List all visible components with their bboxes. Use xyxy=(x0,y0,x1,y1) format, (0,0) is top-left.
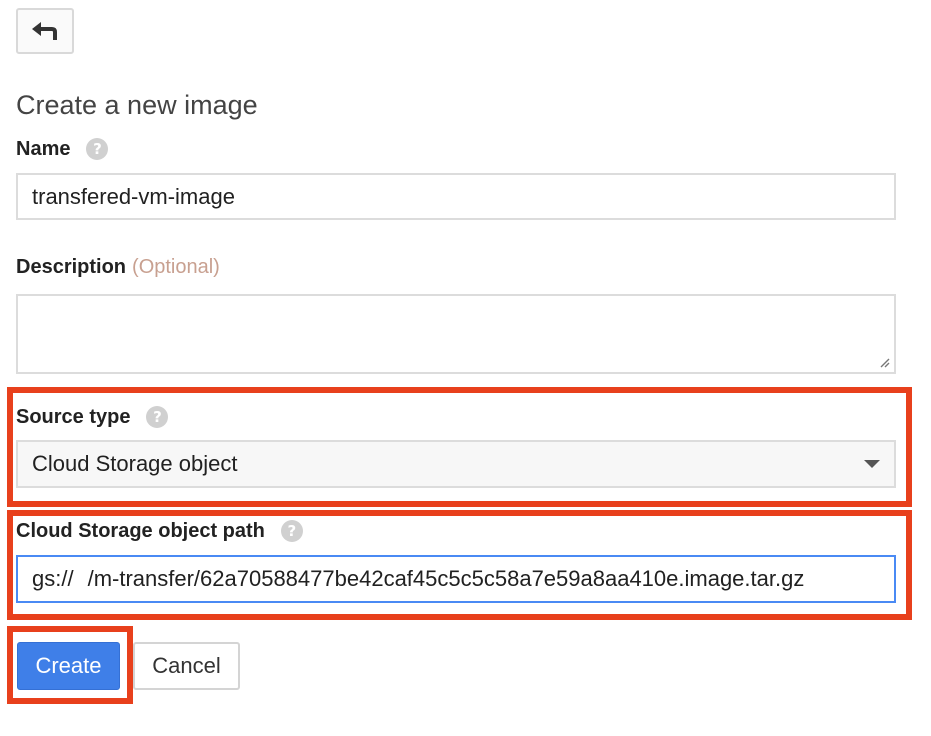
help-icon[interactable]: ? xyxy=(146,406,169,428)
name-label-row: Name ? xyxy=(16,136,109,162)
storage-path-value: /m-transfer/62a70588477be42caf45c5c5c58a… xyxy=(87,566,805,591)
storage-path-label: Cloud Storage object path xyxy=(16,519,265,542)
cancel-button[interactable]: Cancel xyxy=(133,642,240,690)
storage-path-input[interactable]: gs:// /m-transfer/62a70588477be42caf45c5… xyxy=(16,555,896,603)
storage-path-prefix: gs:// xyxy=(32,566,74,591)
name-label: Name xyxy=(16,137,71,160)
help-icon[interactable]: ? xyxy=(280,520,303,542)
description-input[interactable] xyxy=(16,294,896,374)
source-type-label: Source type xyxy=(16,405,131,428)
source-type-label-row: Source type ? xyxy=(16,404,169,430)
storage-path-label-row: Cloud Storage object path ? xyxy=(16,518,303,544)
help-icon[interactable]: ? xyxy=(86,138,109,160)
optional-label: (Optional) xyxy=(132,255,220,278)
name-input[interactable] xyxy=(16,173,896,220)
resize-grip-icon[interactable] xyxy=(878,356,890,368)
back-arrow-icon xyxy=(32,22,57,40)
description-label-row: Description (Optional) xyxy=(16,254,220,280)
description-field xyxy=(16,294,896,374)
description-label: Description xyxy=(16,255,127,278)
source-type-select[interactable]: Cloud Storage object xyxy=(16,440,896,488)
source-type-value: Cloud Storage object xyxy=(32,451,238,476)
dropdown-caret-icon xyxy=(864,460,880,468)
back-button[interactable] xyxy=(16,8,74,54)
page-title: Create a new image xyxy=(16,90,258,120)
create-button[interactable]: Create xyxy=(17,642,120,690)
